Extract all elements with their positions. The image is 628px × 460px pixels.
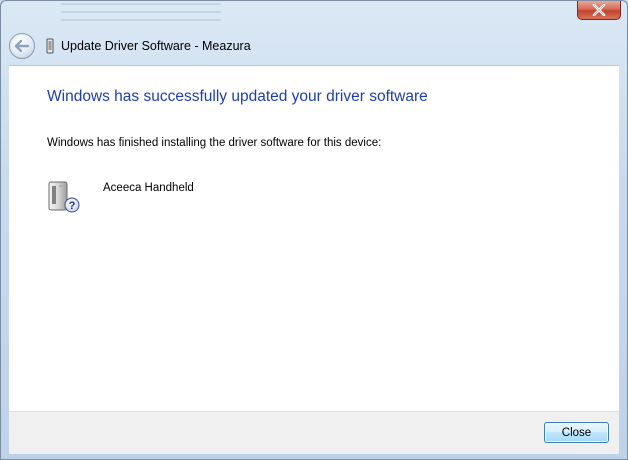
usb-device-icon (46, 38, 54, 54)
device-name: Aceeca Handheld (103, 182, 194, 194)
content-area: Windows has successfully updated your dr… (9, 65, 619, 412)
dialog-footer: Close (9, 411, 619, 454)
back-arrow-icon (14, 39, 30, 53)
device-unknown-icon: ? (48, 181, 80, 213)
page-heading: Windows has successfully updated your dr… (47, 88, 428, 105)
window-close-button[interactable] (577, 1, 621, 20)
svg-text:?: ? (69, 200, 76, 212)
title-bar: Update Driver Software - Meazura (9, 31, 619, 61)
window-title: Update Driver Software - Meazura (61, 39, 251, 53)
background-window-ghost (61, 3, 221, 27)
close-icon (592, 4, 606, 16)
close-button[interactable]: Close (544, 422, 609, 443)
dialog-window: Update Driver Software - Meazura Windows… (0, 0, 628, 460)
back-button[interactable] (9, 33, 35, 59)
status-message: Windows has finished installing the driv… (47, 137, 382, 149)
